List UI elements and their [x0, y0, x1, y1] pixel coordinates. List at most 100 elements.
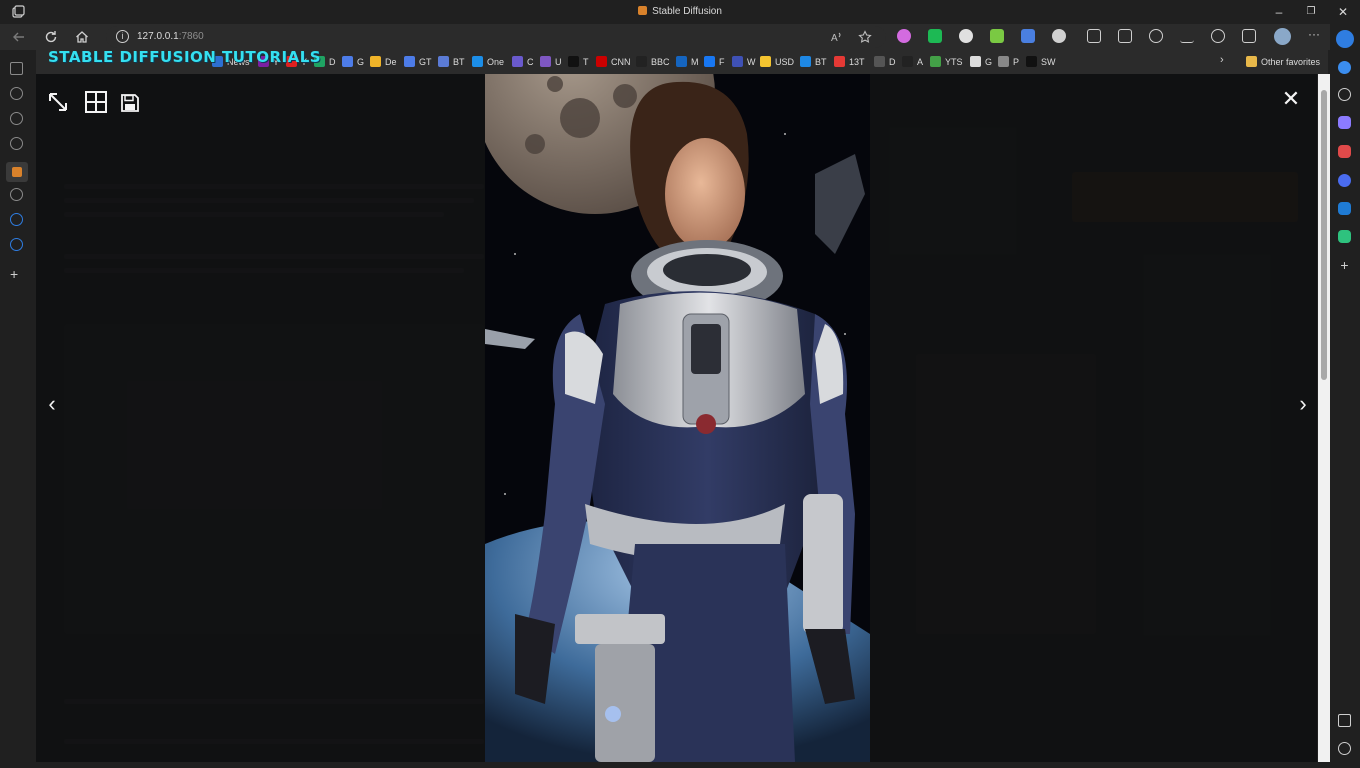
bookmark-item[interactable]: De	[370, 56, 397, 67]
bookmark-favicon-icon	[732, 56, 743, 67]
bookmark-favicon-icon	[568, 56, 579, 67]
bookmark-label: USD	[775, 57, 795, 67]
bookmark-item[interactable]: YTS	[930, 56, 963, 67]
github-tab-icon[interactable]	[10, 87, 23, 100]
hide-sidebar-icon[interactable]	[1338, 714, 1351, 727]
astronaut-portrait-image	[485, 74, 870, 762]
settings-gear-icon[interactable]	[1338, 742, 1351, 755]
bookmark-item[interactable]: M	[676, 56, 699, 67]
window-close-button[interactable]: ✕	[1335, 4, 1351, 20]
new-tab-icon[interactable]: +	[10, 266, 18, 282]
bookmark-favicon-icon	[438, 56, 449, 67]
bookmark-item[interactable]: BBC	[636, 56, 670, 67]
bookmark-label: D	[889, 57, 896, 67]
profile-avatar[interactable]	[1274, 28, 1291, 45]
save-icon[interactable]	[120, 93, 140, 113]
github-tab-icon[interactable]	[10, 188, 23, 201]
bookmark-label: P	[1013, 57, 1020, 67]
tools-icon[interactable]	[1338, 145, 1351, 158]
bookmark-item[interactable]: W	[732, 56, 756, 67]
generated-image[interactable]	[485, 74, 870, 762]
bookmark-item[interactable]: A	[902, 56, 923, 67]
shopping-icon[interactable]	[1338, 116, 1351, 129]
bookmark-item[interactable]: U	[540, 56, 562, 67]
page-scrollbar[interactable]	[1318, 74, 1330, 762]
performance-icon[interactable]	[1211, 29, 1225, 43]
fullscreen-toggle-icon[interactable]	[46, 90, 70, 114]
title-bar: Stable Diffusion – ❐ ✕	[0, 0, 1360, 24]
url-text[interactable]: 127.0.0.1:7860	[137, 31, 204, 42]
notifications-icon[interactable]	[1338, 61, 1351, 74]
outlook-icon[interactable]	[1338, 202, 1351, 215]
tab-actions-icon[interactable]	[10, 62, 23, 75]
back-icon[interactable]	[11, 29, 27, 45]
bookmark-item[interactable]: BT	[438, 56, 465, 67]
bookmark-item[interactable]: P	[998, 56, 1019, 67]
bookmark-favicon-icon	[970, 56, 981, 67]
pen-extension-icon[interactable]	[1021, 29, 1035, 43]
bookmark-favicon-icon	[834, 56, 845, 67]
stable-diffusion-tab[interactable]	[6, 162, 28, 182]
stable-diffusion-tab-icon	[12, 167, 22, 177]
refresh-icon[interactable]	[43, 29, 59, 45]
extension-icon[interactable]	[959, 29, 973, 43]
bing-copilot-icon[interactable]	[1336, 30, 1354, 48]
search-tab-icon[interactable]	[10, 238, 23, 251]
site-info-icon[interactable]: i	[116, 30, 129, 43]
bookmark-item[interactable]: C	[512, 56, 534, 67]
downloads-icon[interactable]	[1180, 29, 1194, 43]
bookmark-label: T	[583, 57, 589, 67]
extension-icon[interactable]	[1052, 29, 1066, 43]
github-tab-icon[interactable]	[10, 112, 23, 125]
restore-button[interactable]: ❐	[1303, 4, 1319, 20]
bookmark-favicon-icon	[874, 56, 885, 67]
bookmark-item[interactable]: F	[704, 56, 725, 67]
bookmark-item[interactable]: 13T	[834, 56, 865, 67]
read-aloud-icon[interactable]: A	[830, 30, 844, 44]
bookmark-item[interactable]: G	[970, 56, 992, 67]
bookmark-item[interactable]: GT	[404, 56, 432, 67]
vertical-tabs-sidebar: +	[0, 50, 36, 768]
add-sidebar-app-icon[interactable]: +	[1338, 258, 1351, 272]
bookmark-item[interactable]: One	[472, 56, 504, 67]
github-tab-icon[interactable]	[10, 137, 23, 150]
extensions-icon[interactable]	[1118, 29, 1132, 43]
extension-icon[interactable]	[897, 29, 911, 43]
window-title-text: Stable Diffusion	[652, 6, 722, 17]
split-screen-icon[interactable]	[1087, 29, 1101, 43]
bookmark-favicon-icon	[540, 56, 551, 67]
bookmark-item[interactable]: G	[342, 56, 364, 67]
history-icon[interactable]	[1149, 29, 1163, 43]
bookmark-item[interactable]: BT	[800, 56, 827, 67]
bookmark-label: GT	[419, 57, 432, 67]
edge-sidebar: +	[1330, 24, 1360, 768]
home-icon[interactable]	[74, 29, 90, 45]
previous-image-button[interactable]: ‹	[42, 392, 62, 416]
more-bookmarks-chevron-icon[interactable]: ›	[1220, 54, 1224, 66]
bookmark-label: G	[357, 57, 365, 67]
bookmark-favicon-icon	[676, 56, 687, 67]
shield-extension-icon[interactable]	[928, 29, 942, 43]
bookmark-item[interactable]: CNN	[596, 56, 631, 67]
drop-icon[interactable]	[1338, 230, 1351, 243]
collections-icon[interactable]	[1242, 29, 1256, 43]
bookmark-item[interactable]: D	[874, 56, 896, 67]
other-favorites-label: Other favorites	[1261, 57, 1321, 67]
bookmark-item[interactable]: T	[568, 56, 589, 67]
other-favorites[interactable]: Other favorites	[1246, 56, 1320, 67]
scrollbar-thumb[interactable]	[1321, 90, 1327, 380]
bookmark-item[interactable]: USD	[760, 56, 794, 67]
tile-view-icon[interactable]	[84, 90, 108, 114]
search-tab-icon[interactable]	[10, 213, 23, 226]
download-extension-icon[interactable]	[990, 29, 1004, 43]
next-image-button[interactable]: ›	[1293, 392, 1313, 416]
more-menu-icon[interactable]: ···	[1307, 28, 1321, 43]
stable-diffusion-tab-icon	[638, 6, 648, 15]
search-icon[interactable]	[1338, 88, 1351, 101]
minimize-button[interactable]: –	[1271, 4, 1287, 20]
address-bar[interactable]: i 127.0.0.1:7860 A	[106, 26, 886, 48]
lightbox-close-button[interactable]: ✕	[1280, 88, 1302, 110]
games-icon[interactable]	[1338, 174, 1351, 187]
bookmark-item[interactable]: SW	[1026, 56, 1056, 67]
favorite-star-icon[interactable]	[858, 30, 872, 44]
